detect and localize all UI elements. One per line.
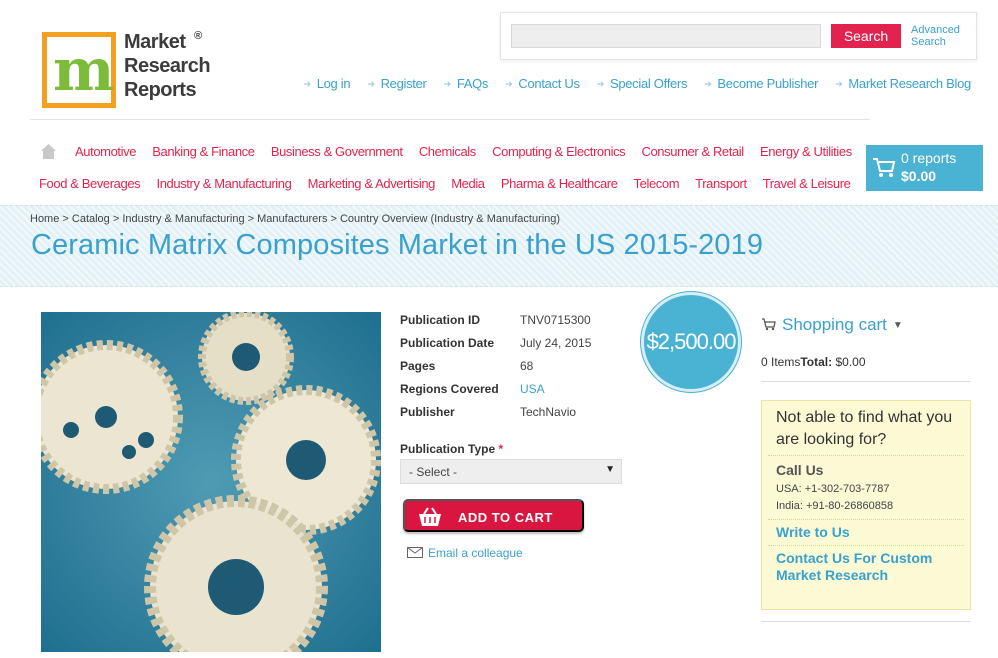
help-question: Not able to find what you are looking fo… [768, 407, 964, 456]
contact-us-link[interactable]: ➔ Contact Us [505, 76, 580, 91]
logo-line-3: Reports [124, 79, 197, 101]
cart-total: $0.00 [901, 168, 937, 184]
arrow-icon: ➔ [596, 79, 605, 89]
search-button[interactable]: Search [831, 24, 901, 48]
region-link[interactable]: USA [520, 382, 545, 405]
phone-usa: USA: +1-302-703-7787 [776, 483, 890, 495]
site-logo[interactable]: m Market Research Reports ® [42, 30, 212, 110]
cart-icon [872, 157, 896, 184]
required-marker: * [498, 442, 504, 456]
home-icon[interactable] [40, 143, 57, 160]
category-media[interactable]: Media [451, 176, 485, 191]
product-image [41, 312, 381, 652]
page-title: Ceramic Matrix Composites Market in the … [31, 229, 764, 261]
category-automotive[interactable]: Automotive [75, 144, 136, 159]
category-transport[interactable]: Transport [695, 176, 747, 191]
shopping-cart-summary: 0 ItemsTotal: $0.00 [761, 355, 866, 369]
arrow-icon: ➔ [704, 79, 712, 89]
add-to-cart-button[interactable]: ADD TO CART [403, 499, 584, 532]
email-colleague-link[interactable]: Email a colleague [407, 546, 523, 561]
category-banking-finance[interactable]: Banking & Finance [152, 144, 255, 159]
category-marketing-advertising[interactable]: Marketing & Advertising [308, 176, 436, 191]
arrow-icon: ➔ [367, 79, 375, 89]
header-cart[interactable]: 0 reports $0.00 [866, 145, 983, 191]
write-to-us-link[interactable]: Write to Us [768, 520, 964, 546]
logo-line-2: Research [124, 55, 211, 77]
header-divider [30, 119, 870, 120]
arrow-icon: ➔ [443, 79, 452, 89]
arrow-icon: ➔ [303, 79, 311, 89]
phone-india: India: +91-80-26860858 [776, 500, 894, 512]
detail-publication-id: Publication ID TNV0715300 [400, 313, 591, 327]
category-telecom[interactable]: Telecom [634, 176, 680, 191]
envelope-icon [407, 546, 423, 561]
detail-pages: Pages 68 [400, 359, 534, 373]
faqs-link[interactable]: ➔ FAQs [444, 76, 489, 91]
registered-mark: ® [194, 30, 203, 42]
category-nav-row-1: Automotive Banking & Finance Business & … [75, 144, 865, 159]
search-input[interactable] [511, 24, 821, 48]
chevron-down-icon: ▼ [892, 320, 903, 331]
custom-research-link[interactable]: Contact Us For Custom Market Research [768, 546, 964, 588]
category-energy-utilities[interactable]: Energy & Utilities [760, 144, 852, 159]
sidebar-divider [761, 381, 971, 382]
advanced-search-link[interactable]: Advanced Search [911, 24, 971, 48]
register-link[interactable]: ➔ Register [367, 76, 427, 91]
cart-report-count: 0 reports [901, 150, 957, 166]
special-offers-link[interactable]: ➔ Special Offers [596, 76, 688, 91]
category-consumer-retail[interactable]: Consumer & Retail [641, 144, 744, 159]
detail-regions: Regions Covered USA [400, 382, 591, 405]
call-us-section: Call Us USA: +1-302-703-7787 India: +91-… [768, 456, 964, 520]
publication-type-select[interactable]: - Select - ▼ [400, 459, 622, 484]
arrow-icon: ➔ [835, 79, 843, 89]
detail-publisher: Publisher TechNavio [400, 405, 577, 419]
category-food-beverages[interactable]: Food & Beverages [39, 176, 141, 191]
dropdown-caret-icon: ▼ [605, 464, 615, 475]
category-chemicals[interactable]: Chemicals [419, 144, 476, 159]
category-industry-manufacturing[interactable]: Industry & Manufacturing [157, 176, 292, 191]
login-link[interactable]: ➔ Log in [303, 76, 350, 91]
category-pharma-healthcare[interactable]: Pharma & Healthcare [501, 176, 618, 191]
category-computing-electronics[interactable]: Computing & Electronics [492, 144, 626, 159]
arrow-icon: ➔ [505, 79, 513, 89]
product-details: Publication ID TNV0715300 Publication Da… [400, 313, 591, 428]
category-business-government[interactable]: Business & Government [271, 144, 403, 159]
price-badge: $2,500.00 [641, 292, 741, 392]
basket-icon [417, 506, 443, 531]
logo-letter: m [53, 36, 114, 104]
category-travel-leisure[interactable]: Travel & Leisure [763, 176, 851, 191]
help-box: Not able to find what you are looking fo… [761, 400, 971, 610]
blog-link[interactable]: ➔ Market Research Blog [835, 76, 971, 91]
detail-publication-date: Publication Date July 24, 2015 [400, 336, 592, 350]
cart-icon [761, 316, 776, 336]
breadcrumb[interactable]: Home > Catalog > Industry & Manufacturin… [30, 213, 560, 225]
publication-type-label: Publication Type * [400, 442, 504, 456]
logo-mark: m [42, 32, 116, 108]
search-box: Search Advanced Search [500, 12, 977, 60]
top-nav: ➔ Log in ➔ Register ➔ FAQs ➔ Contact Us ➔ Spe… [286, 76, 971, 91]
sidebar-divider-bottom [761, 621, 971, 622]
category-nav-row-2: Food & Beverages Industry & Manufacturin… [39, 176, 863, 191]
shopping-cart-header[interactable]: Shopping cart ▼ [761, 315, 903, 336]
become-publisher-link[interactable]: ➔ Become Publisher [704, 76, 818, 91]
